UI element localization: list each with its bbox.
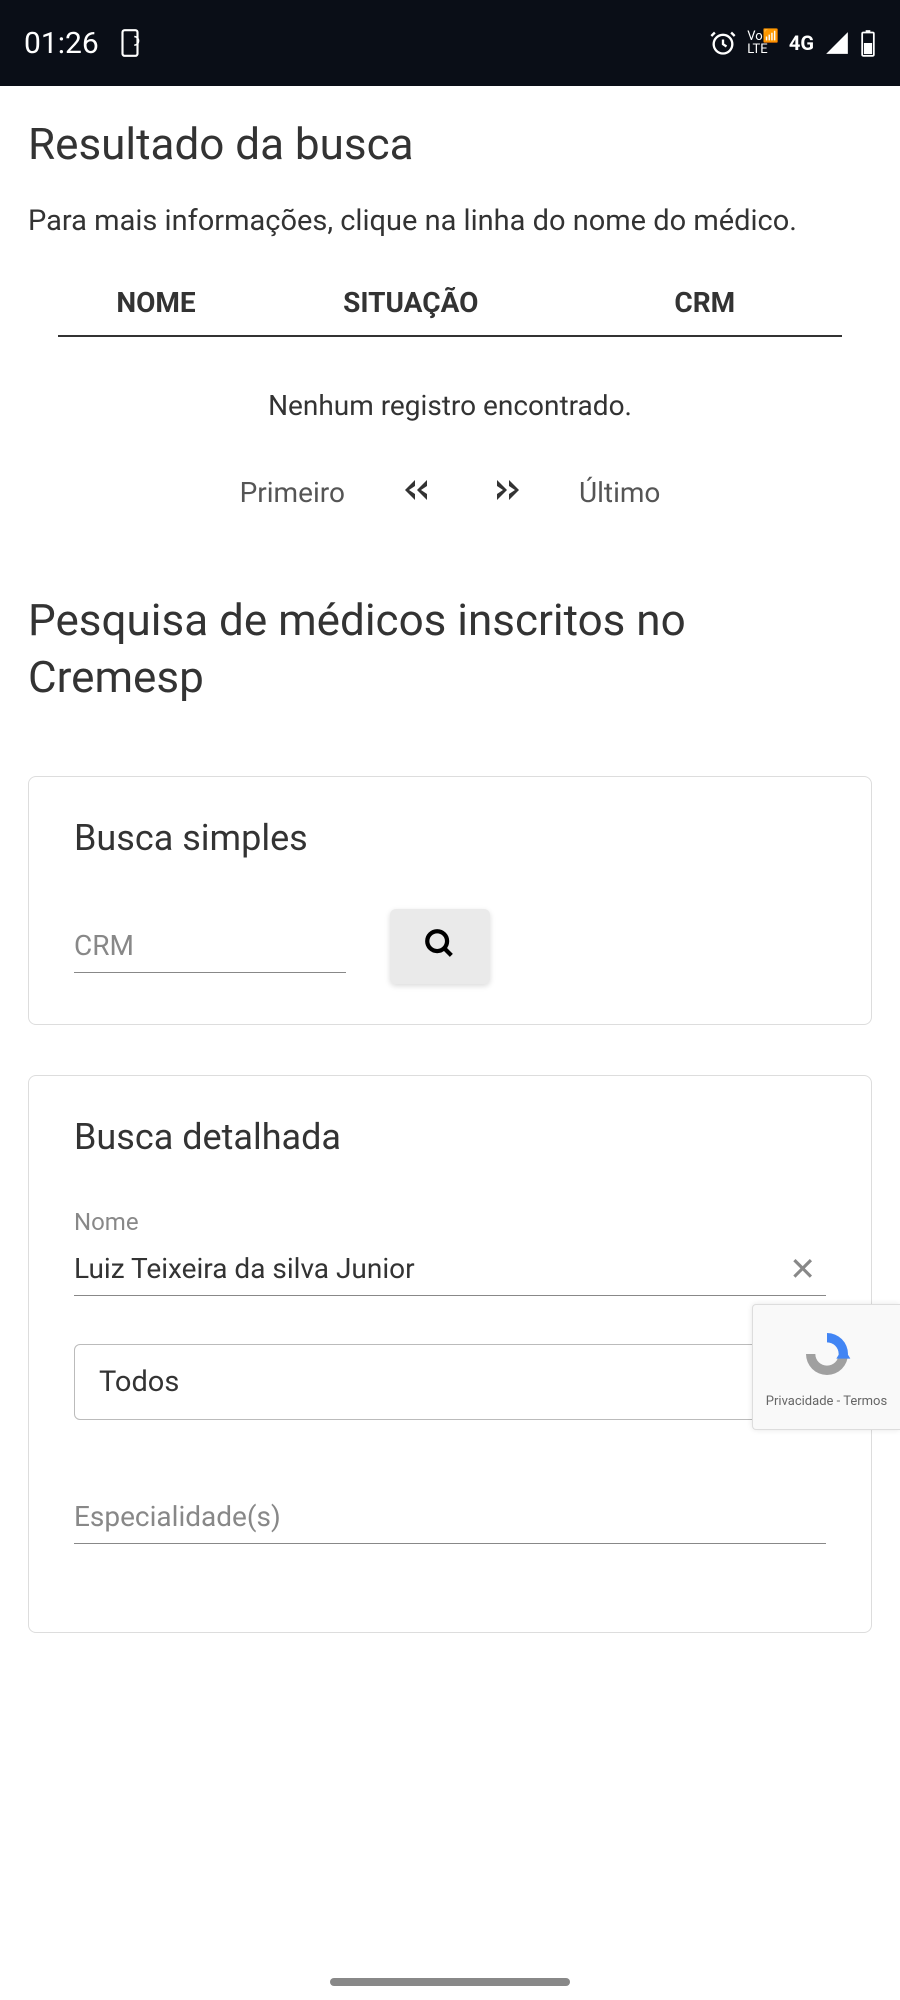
recaptcha-icon [799,1326,855,1386]
simple-search-card: Busca simples [28,776,872,1025]
simple-search-row [74,909,826,984]
name-input[interactable] [74,1242,826,1296]
name-field-group: Nome ✕ [74,1208,826,1296]
page-content: Resultado da busca Para mais informações… [0,86,900,1703]
type-select-value: Todos [99,1365,179,1399]
status-bar: 01:26 Vo📶LTE 4G [0,0,900,86]
simple-search-title: Busca simples [74,817,826,859]
network-type: 4G [789,31,814,55]
pagination-prev-icon[interactable] [399,474,435,512]
type-select-group: Todos ▲ ▼ [74,1344,826,1420]
specialty-input[interactable] [74,1490,826,1544]
search-title: Pesquisa de médicos inscritos no Cremesp [28,592,872,706]
battery-icon [860,29,876,57]
search-icon [423,927,457,965]
pagination-first-button[interactable]: Primeiro [240,476,345,509]
pagination-next-icon[interactable] [489,474,525,512]
pagination-last-button[interactable]: Último [579,476,660,509]
nav-handle[interactable] [330,1978,570,1986]
volte-icon: Vo📶LTE [747,30,779,56]
name-input-wrapper: ✕ [74,1242,826,1296]
table-header: NOME SITUAÇÃO CRM [58,286,842,337]
recaptcha-terms[interactable]: Termos [843,1394,887,1409]
results-title: Resultado da busca [28,118,872,170]
status-left: 01:26 [24,26,143,61]
status-right: Vo📶LTE 4G [709,29,876,57]
type-select[interactable]: Todos ▲ ▼ [74,1344,826,1420]
pagination: Primeiro Último [58,474,842,512]
results-subtitle: Para mais informações, clique na linha d… [28,200,872,244]
specialty-field-group [74,1490,826,1544]
recaptcha-privacy[interactable]: Privacidade [766,1394,834,1409]
column-header-situacao[interactable]: SITUAÇÃO [254,286,568,319]
no-records-message: Nenhum registro encontrado. [58,337,842,474]
crm-input-wrapper [74,919,346,973]
recaptcha-badge[interactable]: Privacidade - Termos [752,1304,900,1430]
phone-sync-icon [117,28,143,58]
clear-name-icon[interactable]: ✕ [789,1250,816,1288]
simple-search-button[interactable] [390,909,490,984]
column-header-crm[interactable]: CRM [568,286,842,319]
status-time: 01:26 [24,26,99,61]
signal-icon [824,30,850,56]
alarm-icon [709,29,737,57]
detailed-search-title: Busca detalhada [74,1116,826,1158]
crm-input[interactable] [74,919,346,973]
column-header-nome[interactable]: NOME [58,286,254,319]
detailed-search-card: Busca detalhada Nome ✕ Todos ▲ ▼ Cidade [28,1075,872,1633]
results-table: NOME SITUAÇÃO CRM Nenhum registro encont… [58,286,842,512]
name-label: Nome [74,1208,826,1236]
recaptcha-links: Privacidade - Termos [766,1394,887,1409]
city-label: Cidade [74,1592,826,1632]
